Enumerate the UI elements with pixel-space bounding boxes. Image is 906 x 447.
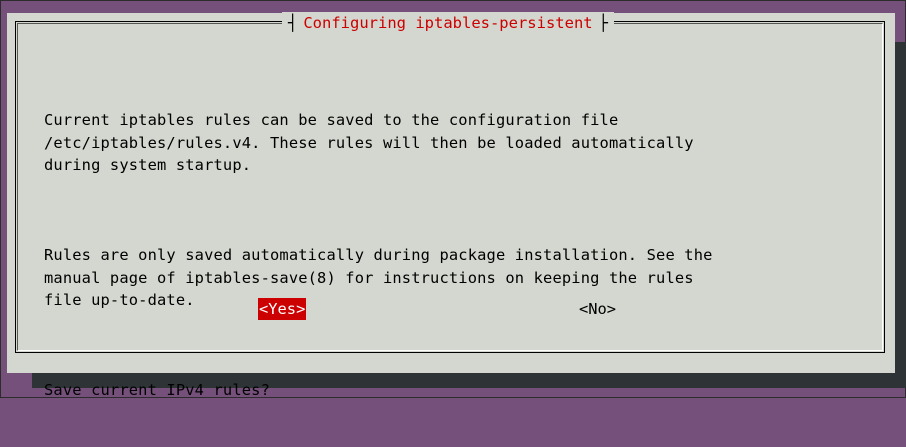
yes-button[interactable]: <Yes> xyxy=(258,298,307,320)
dialog-title-container: ┤ Configuring iptables-persistent ├ xyxy=(282,12,614,34)
dialog-message: Current iptables rules can be saved to t… xyxy=(44,64,864,447)
dialog-title-bar: ┤ Configuring iptables-persistent ├ xyxy=(0,12,906,34)
dialog-buttons: <Yes> <No> xyxy=(0,298,906,320)
title-left-tee-icon: ┤ xyxy=(288,14,298,32)
question-text: Save current IPv4 rules? xyxy=(44,381,270,399)
title-right-tee-icon: ├ xyxy=(598,14,608,32)
dialog-title: Configuring iptables-persistent xyxy=(303,14,593,32)
message-paragraph-1: Current iptables rules can be saved to t… xyxy=(44,111,694,174)
no-button[interactable]: <No> xyxy=(578,298,617,320)
